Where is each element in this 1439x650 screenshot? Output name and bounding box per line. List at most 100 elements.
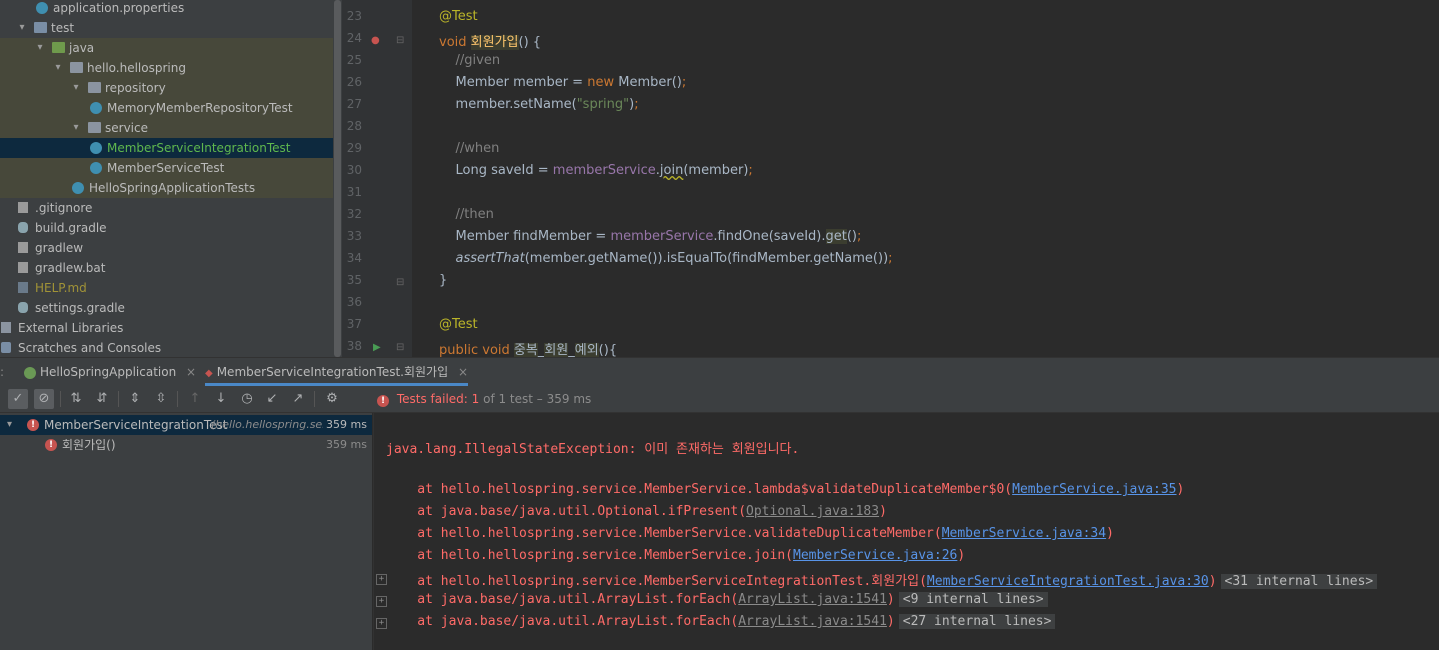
export-tests-icon[interactable]: ↗ [288, 389, 308, 409]
fold-marker-icon[interactable]: ⊟ [396, 342, 404, 353]
line-number: 33 [346, 229, 362, 243]
scrollbar-thumb[interactable] [334, 0, 341, 357]
code-editor[interactable]: 2223242526272829303132333435363738●▶⊟⊟⊟ … [342, 0, 1439, 357]
toolbar-separator [60, 391, 61, 407]
import-tests-icon[interactable]: ↙ [262, 389, 282, 409]
test-status-bar: ! Tests failed: 1 of 1 test – 359 ms [372, 386, 1439, 413]
tree-item[interactable]: ▾ hello.hellospring [0, 58, 333, 78]
tab-memberserviceintegrationtest[interactable]: ◆ MemberServiceIntegrationTest.회원가입 × [205, 358, 469, 386]
source-link[interactable]: MemberServiceIntegrationTest.java:30 [927, 574, 1209, 589]
expand-all-icon[interactable]: ⇕ [125, 389, 145, 409]
line-number: 24 [346, 31, 362, 45]
stack-frame: at hello.hellospring.service.MemberServi… [386, 548, 965, 563]
run-failed-test-icon[interactable]: ● [371, 35, 380, 46]
toolbar-separator [314, 391, 315, 407]
toolbar-separator [118, 391, 119, 407]
line-number: 34 [346, 251, 362, 265]
sort-alpha-icon[interactable]: ⇅ [66, 389, 86, 409]
console-output[interactable]: java.lang.IllegalStateException: 이미 존재하는… [373, 413, 1439, 650]
tree-item-label: Scratches and Consoles [18, 341, 162, 355]
chevron-down-icon[interactable]: ▾ [7, 415, 12, 435]
tree-item[interactable]: MemoryMemberRepositoryTest [0, 98, 333, 118]
collapse-all-icon[interactable]: ⇳ [151, 389, 171, 409]
show-passed-icon[interactable]: ✓ [8, 389, 28, 409]
tree-item[interactable]: HelloSpringApplicationTests [0, 178, 333, 198]
internal-lines-fold[interactable]: <31 internal lines> [1220, 574, 1378, 589]
tree-item[interactable]: gradlew [0, 238, 333, 258]
source-link[interactable]: MemberService.java:34 [942, 526, 1106, 541]
stack-frame-method: at hello.hellospring.service.MemberServi… [386, 548, 793, 563]
gradle-icon [18, 222, 28, 233]
internal-lines-fold[interactable]: <27 internal lines> [898, 614, 1056, 629]
next-failed-icon[interactable]: ↓ [211, 389, 231, 409]
tree-item[interactable]: application.properties [0, 0, 333, 18]
internal-lines-fold[interactable]: <9 internal lines> [898, 592, 1048, 607]
stack-frame: at java.base/java.util.Optional.ifPresen… [386, 504, 887, 519]
tree-item[interactable]: ▾ repository [0, 78, 333, 98]
test-case-duration: 359 ms [326, 438, 367, 451]
tree-item[interactable]: gradlew.bat [0, 258, 333, 278]
stack-frame-close: ) [957, 548, 966, 563]
line-number: 35 [346, 273, 362, 287]
test-suite-row[interactable]: ▾ ! MemberServiceIntegrationTest (hello.… [0, 415, 372, 435]
code-line: Member member = new Member(); [439, 75, 687, 90]
close-icon[interactable]: × [458, 365, 468, 379]
test-class-icon [90, 162, 102, 174]
project-tree-scrollbar[interactable] [333, 0, 342, 357]
test-class-icon [90, 102, 102, 114]
test-run-icon: ◆ [205, 368, 213, 379]
tree-item-label: .gitignore [35, 201, 93, 215]
line-number: 31 [346, 185, 362, 199]
tree-item[interactable]: ▾ test [0, 18, 333, 38]
test-case-row[interactable]: ! 회원가입() 359 ms [0, 435, 372, 455]
sort-duration-icon[interactable]: ⇵ [92, 389, 112, 409]
fold-marker-icon[interactable]: ⊟ [396, 35, 404, 46]
tree-item[interactable]: External Libraries [0, 318, 333, 338]
fold-marker-icon[interactable]: ⊟ [396, 277, 404, 288]
previous-failed-icon[interactable]: ↑ [185, 389, 205, 409]
test-history-icon[interactable]: ◷ [237, 389, 257, 409]
folder-icon [34, 22, 47, 33]
source-link[interactable]: ArrayList.java:1541 [738, 592, 887, 607]
tree-item-label: MemberServiceTest [107, 161, 225, 175]
tree-item[interactable]: Scratches and Consoles [0, 338, 333, 357]
chevron-down-icon[interactable]: ▾ [17, 18, 27, 38]
file-icon [18, 262, 28, 273]
properties-file-icon [36, 2, 48, 14]
tree-item[interactable]: ▾ java [0, 38, 333, 58]
tree-item[interactable]: MemberServiceTest [0, 158, 333, 178]
tree-item-label: settings.gradle [35, 301, 125, 315]
run-tool-window-tabs: : HelloSpringApplication × ◆ MemberServic… [0, 357, 1439, 386]
tree-item[interactable]: build.gradle [0, 218, 333, 238]
source-link[interactable]: ArrayList.java:1541 [738, 614, 887, 629]
chevron-down-icon[interactable]: ▾ [53, 58, 63, 78]
source-link[interactable]: MemberService.java:35 [1012, 482, 1176, 497]
gradle-icon [18, 302, 28, 313]
code-line: member.setName("spring"); [439, 97, 639, 112]
chevron-down-icon[interactable]: ▾ [71, 78, 81, 98]
run-test-icon[interactable]: ▶ [373, 342, 381, 353]
tree-item[interactable]: .gitignore [0, 198, 333, 218]
source-link[interactable]: MemberService.java:26 [793, 548, 957, 563]
tree-item[interactable]: settings.gradle [0, 298, 333, 318]
test-case-name: 회원가입() [62, 438, 116, 452]
source-link[interactable]: Optional.java:183 [746, 504, 879, 519]
tab-label: HelloSpringApplication [40, 365, 177, 379]
tree-item[interactable]: HELP.md [0, 278, 333, 298]
settings-gear-icon[interactable]: ⚙ [322, 389, 342, 409]
code-line: } [439, 273, 448, 288]
show-ignored-icon[interactable]: ⊘ [34, 389, 54, 409]
package-icon [88, 82, 101, 93]
chevron-down-icon[interactable]: ▾ [71, 118, 81, 138]
line-number: 23 [346, 9, 362, 23]
tree-item[interactable]: ▾ service [0, 118, 333, 138]
code-line: assertThat(member.getName()).isEqualTo(f… [455, 251, 893, 266]
tree-item[interactable]: MemberServiceIntegrationTest [0, 138, 333, 158]
package-icon [70, 62, 83, 73]
tree-item-label: java [69, 41, 95, 55]
tab-hellospringapplication[interactable]: HelloSpringApplication × [24, 358, 196, 386]
chevron-down-icon[interactable]: ▾ [35, 38, 45, 58]
gitignore-icon [18, 202, 28, 213]
test-suite-duration: 359 ms [323, 415, 367, 435]
close-icon[interactable]: × [186, 365, 196, 379]
